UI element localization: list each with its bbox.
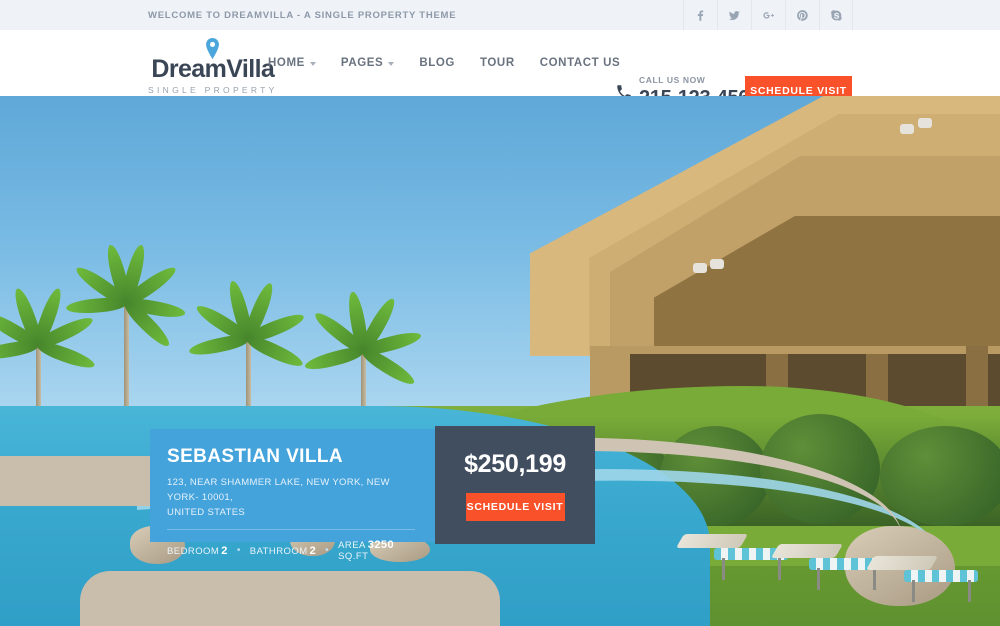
stat-area: AREA 3250 SQ.FT [338,539,417,562]
stat-separator: • [325,545,330,556]
stat-separator: • [236,545,241,556]
property-address: 123, NEAR SHAMMER LAKE, NEW YORK, NEW YO… [167,475,417,520]
nav-label: HOME [268,57,305,69]
nav-item-pages[interactable]: PAGES [340,57,395,69]
nav-item-home[interactable]: HOME [268,57,316,69]
logo-tagline: SINGLE PROPERTY [148,85,278,95]
nav-item-contact-us[interactable]: CONTACT US [540,57,621,69]
facebook-icon[interactable] [683,0,717,30]
nav-item-tour[interactable]: TOUR [480,57,515,69]
stat-unit: SQ.FT [338,551,369,562]
welcome-message: WELCOME TO DREAMVILLA - A SINGLE PROPERT… [148,9,457,21]
property-title: SEBASTIAN VILLA [167,446,343,467]
nav-item-blog[interactable]: BLOG [419,57,455,69]
property-stats: BEDROOM 2 • BATHROOM 2 • AREA 3250 SQ.FT [167,539,417,562]
nav-label: TOUR [479,57,515,69]
pool-deck [80,571,500,626]
property-price: $250,199 [464,449,566,478]
price-panel: $250,199 SCHEDULE VISIT [435,426,595,544]
stat-value: 2 [221,544,228,557]
stat-label: AREA [338,540,366,551]
address-line-1: 123, NEAR SHAMMER LAKE, NEW YORK, NEW YO… [167,477,390,503]
divider [167,529,415,530]
stat-label: BEDROOM [167,545,220,557]
main-navigation: HOME PAGES BLOG TOUR CONTACT US [268,30,620,96]
hero-schedule-visit-button[interactable]: SCHEDULE VISIT [465,492,565,521]
skype-icon[interactable] [819,0,853,30]
site-logo[interactable]: DreamVilla SINGLE PROPERTY [148,38,278,95]
logo-text: DreamVilla [151,57,274,82]
stat-label: BATHROOM [249,545,308,557]
twitter-icon[interactable] [717,0,751,30]
call-label: CALL US NOW [639,75,706,85]
bush [880,426,1000,526]
social-links [683,0,853,30]
chevron-down-icon [388,62,395,66]
chevron-down-icon [309,62,316,66]
stat-bedroom: BEDROOM 2 [167,545,228,557]
google-plus-icon[interactable] [751,0,785,30]
stat-value: 3250 [367,539,395,551]
property-info-card: SEBASTIAN VILLA 123, NEAR SHAMMER LAKE, … [150,429,435,562]
nav-label: PAGES [340,57,384,69]
top-bar: WELCOME TO DREAMVILLA - A SINGLE PROPERT… [0,0,1000,30]
logo-text-first: Dream [151,55,227,83]
hero-section: SEBASTIAN VILLA 123, NEAR SHAMMER LAKE, … [0,96,1000,626]
pinterest-icon[interactable] [785,0,819,30]
stat-bathroom: BATHROOM 2 [250,545,316,557]
nav-label: BLOG [419,57,455,69]
stat-value: 2 [309,544,317,557]
nav-label: CONTACT US [539,57,621,69]
address-line-2: UNITED STATES [167,507,246,518]
main-header: DreamVilla SINGLE PROPERTY HOME PAGES BL… [0,30,1000,108]
